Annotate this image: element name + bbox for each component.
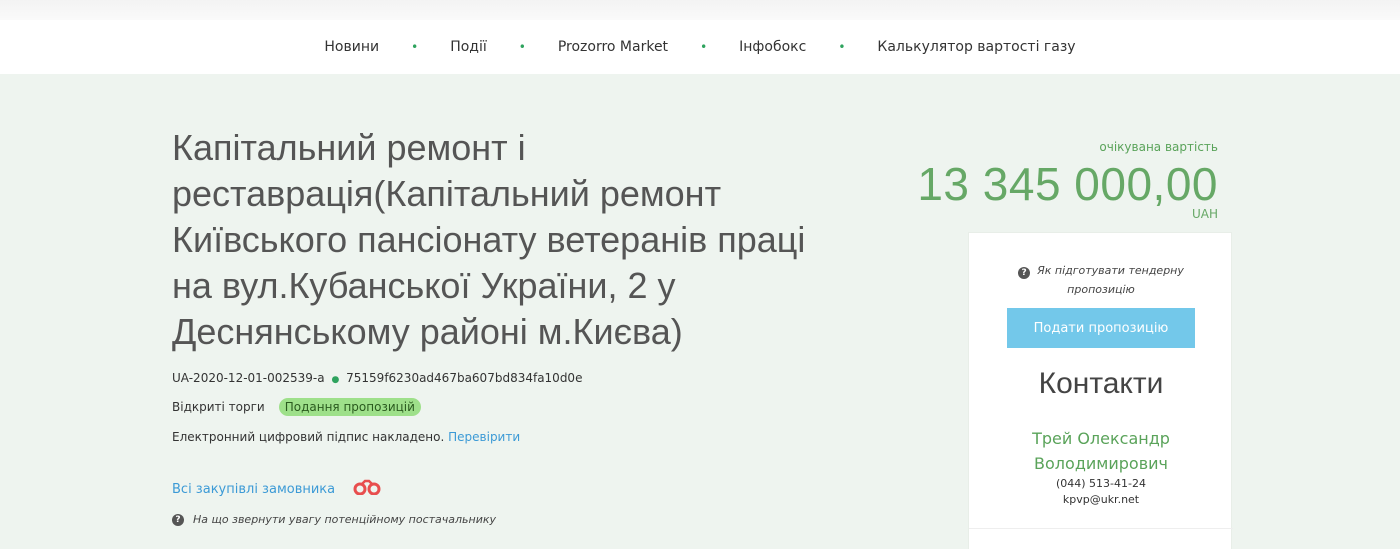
nav-item-events[interactable]: Події <box>450 39 487 55</box>
supplier-hint[interactable]: ? На що звернути увагу потенційному пост… <box>172 513 496 526</box>
submit-proposal-button[interactable]: Подати пропозицію <box>1007 308 1195 348</box>
verify-link[interactable]: Перевірити <box>448 430 520 444</box>
contact-phone: (044) 513-41-24 <box>1055 477 1146 490</box>
contacts-heading: Контакти <box>1038 367 1164 400</box>
contact-email[interactable]: kpvp@ukr.net <box>969 493 1233 506</box>
tender-id-row: UA-2020-12-01-002539-a ● 75159f6230ad467… <box>172 371 582 385</box>
customer-row: Всі закупівлі замовника <box>172 479 381 499</box>
nav-item-gas-calculator[interactable]: Калькулятор вартості газу <box>877 39 1075 55</box>
binoculars-icon[interactable] <box>353 479 381 499</box>
top-strip <box>0 0 1400 20</box>
sidebar-panel: ? Як підготувати тендерну пропозицію Пода… <box>968 232 1233 549</box>
main-nav: Новини • Події • Prozorro Market • Інфоб… <box>0 20 1400 74</box>
customer-purchases-link[interactable]: Всі закупівлі замовника <box>172 482 335 497</box>
proposal-hint[interactable]: ? Як підготувати тендерну пропозицію <box>989 261 1213 299</box>
procedure-type: Відкриті торги <box>172 400 265 414</box>
dot-icon: ● <box>331 375 340 385</box>
proposal-hint-text: Як підготувати тендерну пропозицію <box>1037 264 1184 296</box>
nav-separator: • <box>700 40 708 54</box>
tender-id: UA-2020-12-01-002539-a <box>172 371 325 385</box>
signature-text: Електронний цифровий підпис накладено. <box>172 430 445 444</box>
status-badge: Подання пропозицій <box>278 398 421 416</box>
question-circle-icon: ? <box>1018 267 1031 279</box>
nav-item-news[interactable]: Новини <box>324 39 379 55</box>
supplier-hint-text: На що звернути увагу потенційному постач… <box>193 513 497 526</box>
tender-hash: 75159f6230ad467ba607bd834fa10d0e <box>346 371 583 385</box>
expected-value-label: очікувана вартість <box>1099 140 1218 154</box>
divider <box>969 528 1233 529</box>
tender-title: Капітальний ремонт і реставрація(Капітал… <box>172 127 806 352</box>
contact-name: Трей Олександр Володимирович <box>1032 429 1170 473</box>
procedure-row: Відкриті торги Подання пропозицій <box>172 398 421 416</box>
nav-item-prozorro-market[interactable]: Prozorro Market <box>558 39 668 55</box>
currency-label: UAH <box>1191 207 1218 221</box>
nav-separator: • <box>518 40 526 54</box>
question-circle-icon: ? <box>172 513 184 526</box>
nav-item-infobox[interactable]: Інфобокс <box>739 39 806 55</box>
nav-separator: • <box>411 40 419 54</box>
signature-row: Електронний цифровий підпис накладено. П… <box>172 430 520 444</box>
nav-separator: • <box>838 40 846 54</box>
expected-value-amount: 13 345 000,00 <box>917 158 1218 210</box>
